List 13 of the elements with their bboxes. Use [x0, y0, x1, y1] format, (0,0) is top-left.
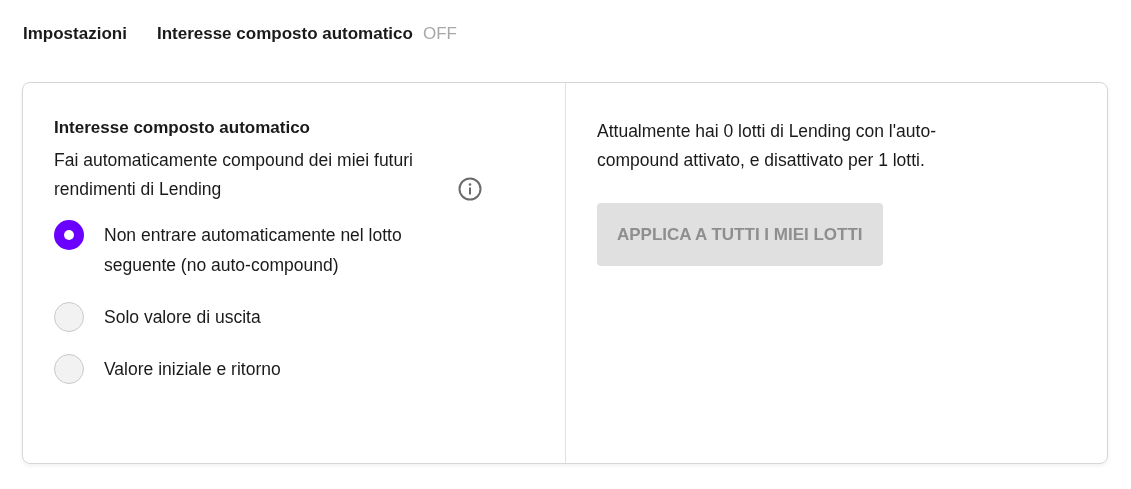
setting-name: Interesse composto automatico [156, 24, 413, 44]
summary-text: Attualmente hai 0 lotti di Lending con l'auto-compound attivato, e disattivato per 1 lotti. [597, 120, 937, 172]
radio-button[interactable] [54, 220, 84, 250]
status-label: OFF [422, 24, 457, 44]
info-icon[interactable] [458, 177, 482, 201]
radio-button[interactable] [54, 354, 84, 384]
option-label[interactable]: Solo valore di uscita [104, 302, 261, 332]
description-text: Fai automaticamente compound dei miei futuri rendimenti di Lending [54, 149, 414, 201]
option-label[interactable]: Valore iniziale e ritorno [104, 354, 281, 384]
radio-button[interactable] [54, 302, 84, 332]
section-title: Interesse composto automatico [54, 118, 311, 138]
page-title: Impostazioni [23, 24, 127, 44]
option-label[interactable]: Non entrare automaticamente nel lotto seguente (no auto-compound) [104, 220, 474, 280]
